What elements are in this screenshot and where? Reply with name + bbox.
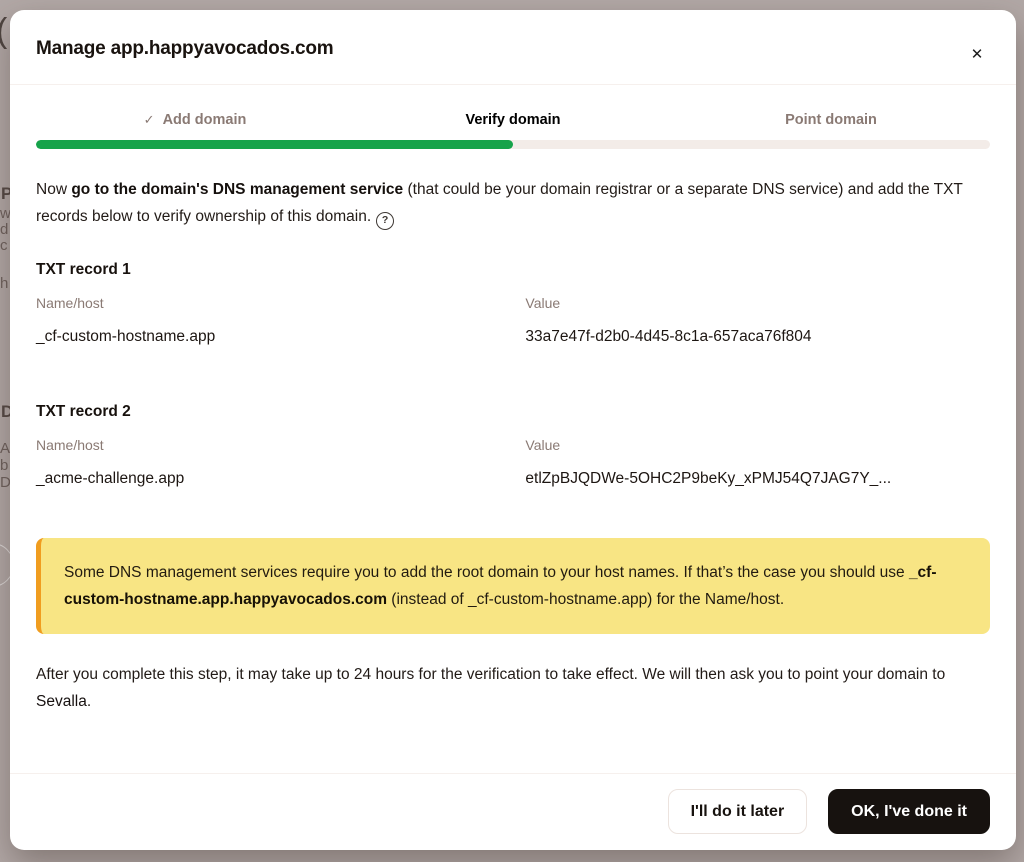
instructions-paragraph: Now go to the domain's DNS management se… xyxy=(36,176,990,230)
close-icon[interactable]: ✕ xyxy=(962,40,992,70)
record-table: Name/host Value _cf-custom-hostname.app … xyxy=(36,295,990,346)
record-title: TXT record 1 xyxy=(36,261,990,279)
brand-name: Sevalla xyxy=(36,693,87,710)
step-add-domain: ✓ Add domain xyxy=(36,112,354,128)
txt-record-1: TXT record 1 Name/host Value _cf-custom-… xyxy=(36,261,990,346)
step-labels-row: ✓ Add domain Verify domain Point domain xyxy=(36,112,990,128)
warning-text: Some DNS management services require you… xyxy=(64,564,909,581)
txt-record-2: TXT record 2 Name/host Value _acme-chall… xyxy=(36,403,990,488)
do-it-later-button[interactable]: I'll do it later xyxy=(668,789,808,834)
name-host-column-header: Name/host xyxy=(36,295,525,311)
record-name-host: _acme-challenge.app xyxy=(36,470,525,488)
dns-root-domain-warning-callout: Some DNS management services require you… xyxy=(36,538,990,634)
step-label: Point domain xyxy=(785,112,877,128)
note-text: . xyxy=(87,693,91,710)
step-label: Verify domain xyxy=(465,112,560,128)
record-table: Name/host Value _acme-challenge.app etlZ… xyxy=(36,437,990,488)
dialog-title: Manage app.happyavocados.com xyxy=(36,38,956,60)
background-text-fragment: A xyxy=(0,441,10,456)
background-text-fragment: b xyxy=(0,458,8,473)
background-text-fragment: c xyxy=(0,238,8,253)
progress-bar-track xyxy=(36,140,990,149)
instructions-bold-text: go to the domain's DNS management servic… xyxy=(71,181,403,198)
record-value: etlZpBJQDWe-5OHC2P9beKy_xPMJ54Q7JAG7Y_..… xyxy=(525,470,990,488)
background-text-fragment: d xyxy=(0,222,8,237)
manage-domain-dialog: Manage app.happyavocados.com ✕ ✓ Add dom… xyxy=(10,10,1016,850)
step-label: Add domain xyxy=(163,112,247,128)
instructions-text: Now xyxy=(36,181,71,198)
check-icon: ✓ xyxy=(144,112,155,128)
dialog-header: Manage app.happyavocados.com ✕ xyxy=(10,10,1016,85)
progress-stepper: ✓ Add domain Verify domain Point domain xyxy=(36,112,990,149)
step-point-domain: Point domain xyxy=(672,112,990,128)
value-column-header: Value xyxy=(525,437,990,453)
record-name-host: _cf-custom-hostname.app xyxy=(36,328,525,346)
step-verify-domain: Verify domain xyxy=(354,112,672,128)
record-value: 33a7e47f-d2b0-4d45-8c1a-657aca76f804 xyxy=(525,328,990,346)
verification-delay-note: After you complete this step, it may tak… xyxy=(36,661,990,715)
name-host-column-header: Name/host xyxy=(36,437,525,453)
note-text: After you complete this step, it may tak… xyxy=(36,666,945,683)
help-icon[interactable]: ? xyxy=(376,212,394,230)
value-column-header: Value xyxy=(525,295,990,311)
record-title: TXT record 2 xyxy=(36,403,990,421)
progress-bar-fill xyxy=(36,140,513,149)
background-text-fragment: h xyxy=(0,276,8,291)
dialog-body: ✓ Add domain Verify domain Point domain … xyxy=(10,85,1016,773)
ok-done-button[interactable]: OK, I've done it xyxy=(828,789,990,834)
background-text-fragment: ( xyxy=(0,24,7,39)
dialog-footer: I'll do it later OK, I've done it xyxy=(10,773,1016,850)
warning-text: (instead of _cf-custom-hostname.app) for… xyxy=(387,591,784,608)
